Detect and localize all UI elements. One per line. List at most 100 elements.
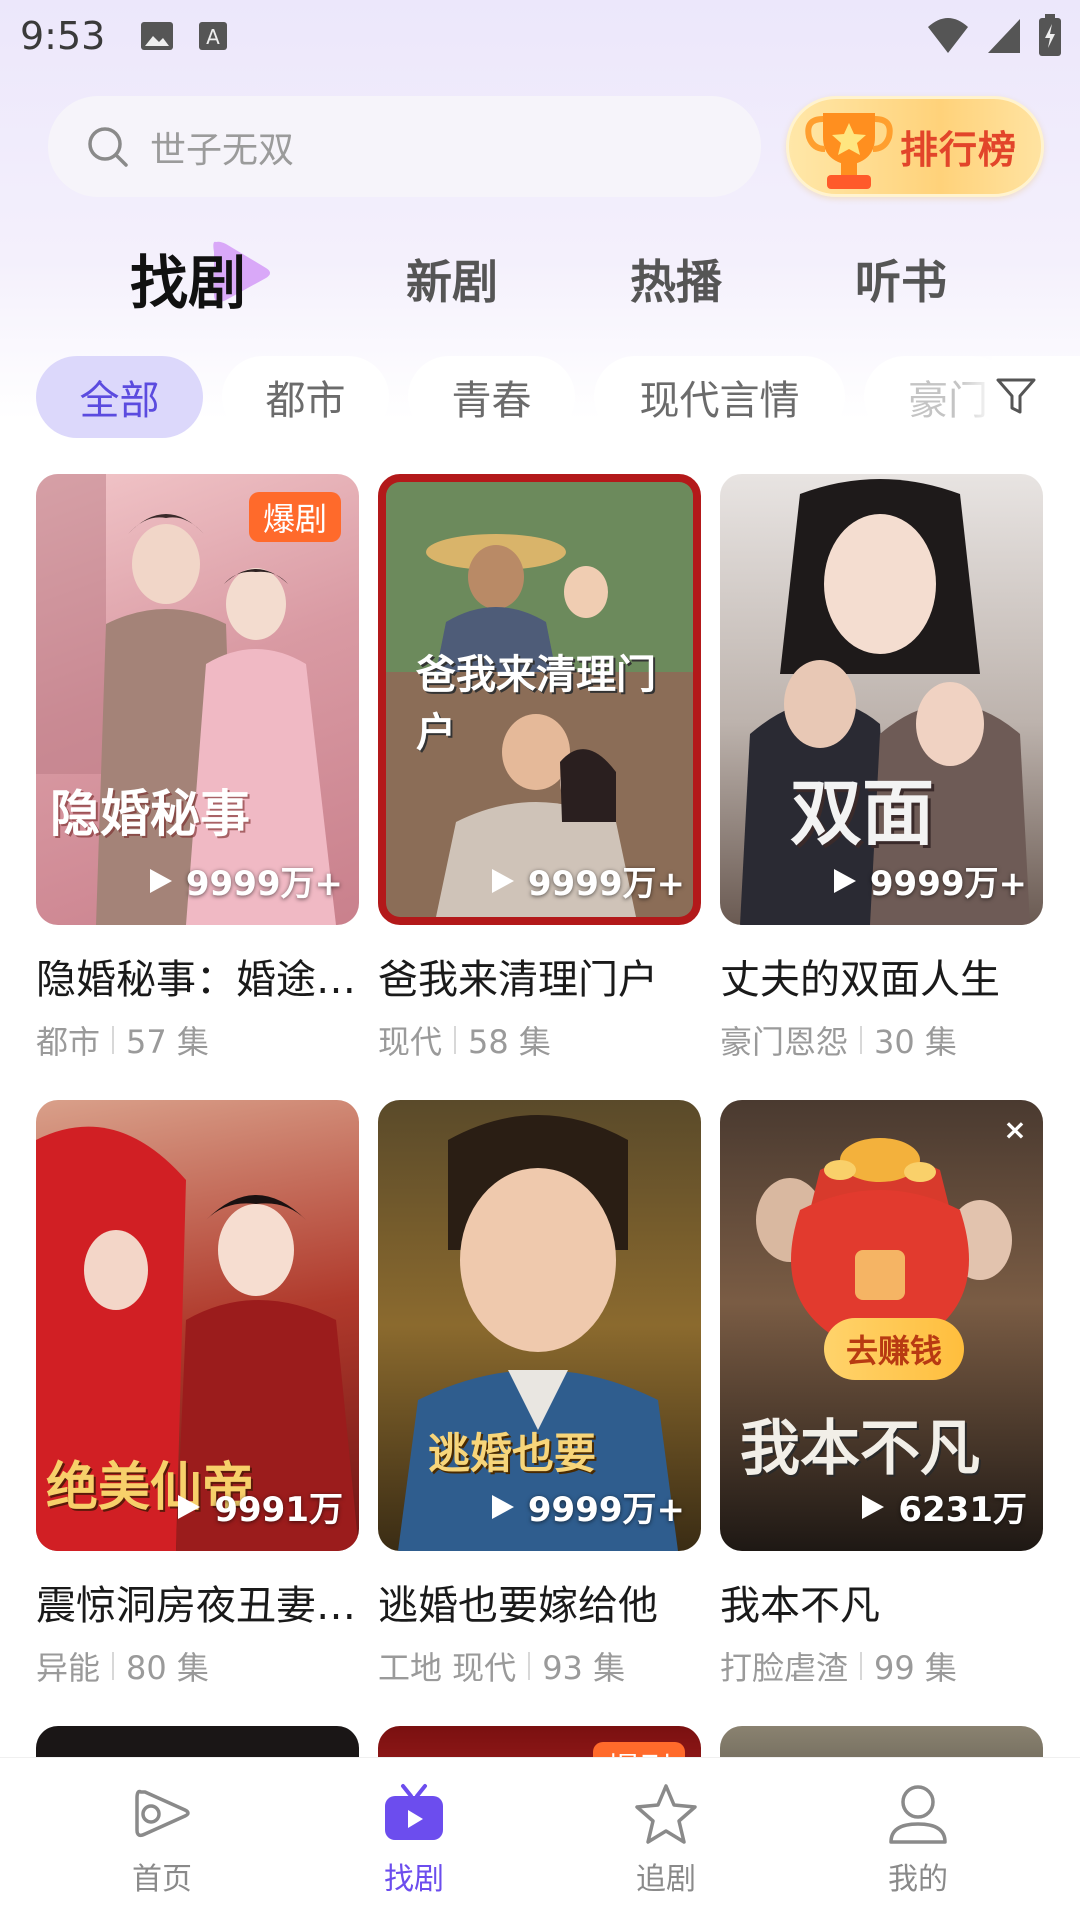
play-count-value: 9999万+ <box>185 864 343 904</box>
meta-divider <box>112 1026 115 1054</box>
status-right <box>926 14 1062 56</box>
drama-title[interactable]: 丈夫的双面人生 <box>720 947 1043 1005</box>
drama-tags: 都市 <box>36 1023 101 1061</box>
drama-card[interactable]: 爸我来清理门户 9999万+ 爸我来清理门户 现代 58 集 <box>378 474 701 1063</box>
play-icon <box>178 1494 201 1519</box>
play-icon <box>862 1494 885 1519</box>
drama-poster[interactable]: 绝美仙帝 9991万 <box>36 1100 359 1551</box>
drama-meta: 豪门恩怨 30 集 <box>720 1017 1043 1063</box>
search-bar[interactable]: 世子无双 <box>48 96 761 197</box>
drama-poster[interactable]: 逃婚也要 9999万+ <box>378 1100 701 1551</box>
nav-find-drama-label: 找剧 <box>384 1862 444 1897</box>
tab-find-drama[interactable]: 找剧 <box>130 236 246 320</box>
play-count: 9999万+ <box>148 856 343 905</box>
drama-tags: 工地 现代 <box>378 1649 517 1687</box>
nav-home[interactable]: 首页 <box>82 1782 242 1898</box>
drama-meta: 都市 57 集 <box>36 1017 359 1063</box>
drama-meta: 打脸虐渣 99 集 <box>720 1643 1043 1689</box>
drama-tags: 豪门恩怨 <box>720 1023 849 1061</box>
trophy-icon <box>805 113 893 189</box>
poster-title: 爸我来清理门户 <box>416 652 656 756</box>
chip-modern-romance[interactable]: 现代言情 <box>594 356 845 438</box>
drama-episodes: 93 集 <box>542 1649 626 1687</box>
meta-divider <box>454 1026 457 1054</box>
play-count: 9999万+ <box>490 856 685 905</box>
top-tabs: 找剧 新剧 热播 听书 <box>0 236 1080 326</box>
status-time: 9:53 <box>20 14 106 58</box>
play-icon <box>491 1494 514 1519</box>
drama-meta: 工地 现代 93 集 <box>378 1643 701 1689</box>
nav-follow-label: 追剧 <box>636 1862 696 1897</box>
poster-title: 双面 <box>790 771 935 855</box>
app-screen: 9:53 A 世子无双 排行榜 找剧 新剧 热播 听书 全部 都市 青春 现代言… <box>0 0 1080 1920</box>
play-count: 9999万+ <box>832 856 1027 905</box>
poster-title: 我本不凡 <box>740 1414 980 1484</box>
meta-divider <box>112 1652 115 1680</box>
filter-icon[interactable] <box>994 374 1038 418</box>
chip-urban[interactable]: 都市 <box>222 356 389 438</box>
gallery-icon <box>141 22 174 50</box>
play-count-value: 9991万 <box>214 1490 343 1530</box>
play-count-value: 6231万 <box>898 1490 1027 1530</box>
drama-episodes: 58 集 <box>468 1023 551 1061</box>
nav-find-drama[interactable]: 找剧 <box>334 1782 494 1898</box>
drama-meta: 异能 80 集 <box>36 1643 359 1689</box>
drama-title[interactable]: 逃婚也要嫁给他 <box>378 1573 701 1631</box>
drama-poster[interactable]: × 去赚钱 我本不凡 6231万 <box>720 1100 1043 1551</box>
drama-poster[interactable]: 爸我来清理门户 9999万+ <box>378 474 701 925</box>
status-bar: 9:53 A <box>0 0 1080 72</box>
drama-poster[interactable]: 隐婚秘事 爆剧 9999万+ <box>36 474 359 925</box>
drama-episodes: 57 集 <box>126 1023 209 1061</box>
play-count-value: 9999万+ <box>869 864 1027 904</box>
drama-tags: 异能 <box>36 1649 101 1687</box>
tab-hot[interactable]: 热播 <box>630 246 722 312</box>
bottom-navigation: 首页 找剧 追剧 我的 <box>0 1757 1080 1920</box>
drama-title[interactable]: 我本不凡 <box>720 1573 1043 1631</box>
tv-icon <box>385 1784 443 1840</box>
play-count: 6231万 <box>860 1482 1027 1531</box>
close-icon[interactable]: × <box>999 1114 1031 1146</box>
svg-text:A: A <box>207 25 221 49</box>
drama-tags: 现代 <box>378 1023 443 1061</box>
star-icon <box>635 1784 697 1844</box>
play-icon <box>149 868 172 893</box>
tab-audiobook[interactable]: 听书 <box>855 246 947 312</box>
drama-episodes: 99 集 <box>874 1649 957 1687</box>
play-icon <box>833 868 856 893</box>
tab-new-drama[interactable]: 新剧 <box>406 246 498 312</box>
drama-title[interactable]: 爸我来清理门户 <box>378 947 701 1005</box>
signal-icon <box>988 19 1020 53</box>
drama-title[interactable]: 震惊洞房夜丑妻变绝美仙帝 <box>36 1573 359 1631</box>
meta-divider <box>528 1652 531 1680</box>
drama-card[interactable]: 绝美仙帝 9991万 震惊洞房夜丑妻变绝美仙帝 异能 80 集 <box>36 1100 359 1689</box>
search-icon <box>88 126 128 167</box>
meta-divider <box>860 1652 863 1680</box>
nav-follow[interactable]: 追剧 <box>586 1782 746 1898</box>
profile-icon <box>889 1785 947 1844</box>
drama-card[interactable]: 逃婚也要 9999万+ 逃婚也要嫁给他 工地 现代 93 集 <box>378 1100 701 1689</box>
chip-youth[interactable]: 青春 <box>408 356 575 438</box>
drama-card[interactable]: 隐婚秘事 爆剧 9999万+ 隐婚秘事：婚途猎豪门 都市 57 集 <box>36 474 359 1063</box>
play-count: 9999万+ <box>490 1482 685 1531</box>
poster-title: 逃婚也要 <box>428 1429 597 1478</box>
chip-all[interactable]: 全部 <box>36 356 203 438</box>
drama-episodes: 80 集 <box>126 1649 209 1687</box>
play-icon <box>491 868 514 893</box>
wifi-icon <box>928 18 968 53</box>
drama-card[interactable]: 双面 9999万+ 丈夫的双面人生 豪门恩怨 30 集 <box>720 474 1043 1063</box>
nav-profile[interactable]: 我的 <box>838 1782 998 1898</box>
home-icon <box>135 1789 190 1838</box>
drama-episodes: 30 集 <box>874 1023 957 1061</box>
ranking-button[interactable]: 排行榜 <box>786 96 1044 197</box>
drama-poster[interactable]: 双面 9999万+ <box>720 474 1043 925</box>
drama-card[interactable]: × 去赚钱 我本不凡 6231万 我本不凡 打脸虐渣 99 集 <box>720 1100 1043 1689</box>
category-chips: 全部 都市 青春 现代言情 豪门 <box>0 356 1080 438</box>
drama-title[interactable]: 隐婚秘事：婚途猎豪门 <box>36 947 359 1005</box>
ranking-label: 排行榜 <box>899 128 1017 172</box>
earn-money-button[interactable]: 去赚钱 <box>824 1318 965 1380</box>
nav-profile-label: 我的 <box>888 1862 948 1897</box>
poster-title: 隐婚秘事 <box>50 785 250 843</box>
drama-meta: 现代 58 集 <box>378 1017 701 1063</box>
search-placeholder: 世子无双 <box>150 129 295 171</box>
meta-divider <box>860 1026 863 1054</box>
